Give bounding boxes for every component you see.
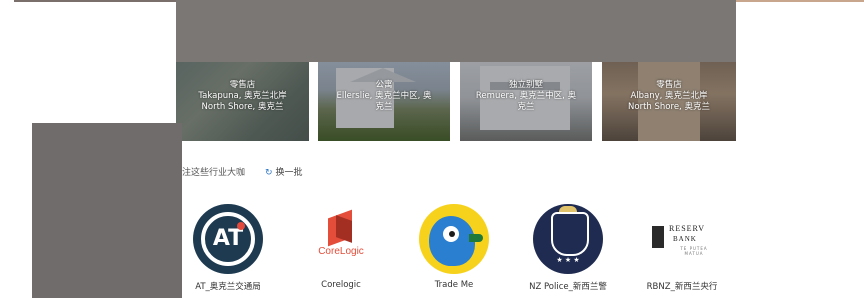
rbnz-logo-text: TE PUTEA MATUA	[680, 246, 708, 256]
property-caption: 公寓 Ellerslie, 奥克兰中区, 奥 克兰	[318, 80, 450, 113]
property-listings: 零售店 Takapuna, 奥克兰北岸 North Shore, 奥克兰 公寓 …	[176, 62, 736, 141]
at-logo-text: AT	[212, 226, 244, 251]
nzpolice-logo-text: ★ ★ ★	[556, 256, 580, 264]
brand-name: NZ Police_新西兰警	[529, 282, 607, 292]
section-hint: 注这些行业大咖	[182, 168, 246, 178]
refresh-label: 换一批	[275, 168, 303, 178]
top-decoration-line	[735, 0, 864, 2]
property-location: Takapuna, 奥克兰北岸	[198, 91, 287, 101]
occluding-block	[32, 123, 182, 298]
refresh-icon: ↻	[265, 168, 273, 178]
brand-name: Corelogic	[321, 280, 361, 290]
brand-item-nzpolice[interactable]: ★ ★ ★ NZ Police_新西兰警	[523, 204, 613, 292]
top-decoration-line	[14, 0, 184, 2]
property-location: Albany, 奥克兰北岸	[630, 91, 708, 101]
brand-name: RBNZ_新西兰央行	[646, 282, 718, 292]
property-caption: 零售店 Albany, 奥克兰北岸 North Shore, 奥克兰	[602, 80, 736, 113]
property-card[interactable]: 公寓 Ellerslie, 奥克兰中区, 奥 克兰	[318, 62, 450, 141]
rbnz-logo-text: BANK	[673, 235, 697, 243]
refresh-button[interactable]: ↻ 换一批	[265, 165, 303, 178]
brand-item-rbnz[interactable]: RESERV BANK TE PUTEA MATUA RBNZ_新西兰央行	[637, 204, 727, 292]
property-card[interactable]: 零售店 Albany, 奥克兰北岸 North Shore, 奥克兰	[602, 62, 736, 141]
property-type: 零售店	[229, 80, 256, 90]
property-card[interactable]: 独立别墅 Remuera, 奥克兰中区, 奥 克兰	[460, 62, 592, 141]
property-caption: 零售店 Takapuna, 奥克兰北岸 North Shore, 奥克兰	[176, 80, 309, 113]
property-type: 零售店	[656, 80, 682, 90]
corelogic-logo: CoreLogic	[306, 204, 376, 274]
property-location: Remuera, 奥克兰中区, 奥	[475, 91, 577, 101]
brand-name: Trade Me	[434, 280, 474, 290]
trademe-logo	[419, 204, 489, 274]
brand-item-corelogic[interactable]: CoreLogic Corelogic	[296, 204, 386, 290]
at-logo: AT	[193, 204, 263, 274]
occluding-block	[176, 0, 736, 62]
brand-name: AT_奥克兰交通局	[195, 282, 261, 292]
property-sublocation: North Shore, 奥克兰	[628, 102, 710, 112]
rbnz-logo: RESERV BANK TE PUTEA MATUA	[647, 204, 717, 274]
brand-item-trademe[interactable]: Trade Me	[409, 204, 499, 290]
property-type: 独立别墅	[508, 80, 543, 90]
rbnz-logo-text: RESERV	[669, 224, 706, 233]
brand-item-at[interactable]: AT AT_奥克兰交通局	[183, 204, 273, 292]
property-card[interactable]: 零售店 Takapuna, 奥克兰北岸 North Shore, 奥克兰	[176, 62, 309, 141]
property-location: Ellerslie, 奥克兰中区, 奥	[336, 91, 432, 101]
property-sublocation: North Shore, 奥克兰	[201, 102, 284, 112]
nzpolice-logo: ★ ★ ★	[533, 204, 603, 274]
property-caption: 独立别墅 Remuera, 奥克兰中区, 奥 克兰	[460, 80, 592, 113]
property-sublocation: 克兰	[517, 102, 535, 112]
corelogic-logo-text: CoreLogic	[318, 246, 364, 257]
property-sublocation: 克兰	[375, 102, 393, 112]
property-type: 公寓	[375, 80, 393, 90]
